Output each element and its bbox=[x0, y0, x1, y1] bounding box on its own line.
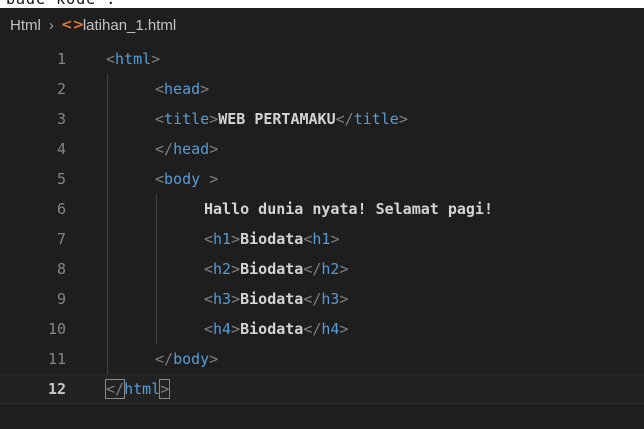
tag-bracket: < bbox=[204, 290, 214, 308]
line-number: 11 bbox=[47, 350, 66, 368]
tag-bracket: > bbox=[209, 350, 219, 368]
breadcrumb-file[interactable]: latihan_1.html bbox=[83, 17, 176, 34]
text-content: WEB PERTAMAKU bbox=[218, 110, 336, 128]
tag-bracket: </ bbox=[303, 320, 322, 338]
code-line[interactable]: 7 <h1>Biodata<h1> bbox=[0, 224, 644, 254]
line-content: <h1>Biodata<h1> bbox=[204, 224, 339, 254]
tag-name: h3 bbox=[321, 290, 340, 308]
breadcrumb-root[interactable]: Html bbox=[10, 17, 41, 34]
line-number: 10 bbox=[47, 320, 66, 338]
line-number: 3 bbox=[56, 110, 66, 128]
line-number: 5 bbox=[56, 170, 66, 188]
line-content: </body> bbox=[155, 344, 218, 374]
tag-name: h1 bbox=[213, 230, 232, 248]
partial-heading-text: bade kode : bbox=[6, 0, 116, 8]
line-content: <head> bbox=[155, 74, 209, 104]
tag-bracket: </ bbox=[155, 140, 174, 158]
line-number: 6 bbox=[56, 200, 66, 218]
line-number: 1 bbox=[56, 50, 66, 68]
code-line[interactable]: 10 <h4>Biodata</h4> bbox=[0, 314, 644, 344]
tag-name: body bbox=[164, 170, 201, 188]
line-number: 7 bbox=[56, 230, 66, 248]
code-line[interactable]: 4 </head> bbox=[0, 134, 644, 164]
tag-bracket: < bbox=[155, 170, 165, 188]
tag-bracket: > bbox=[159, 379, 171, 399]
line-number: 4 bbox=[56, 140, 66, 158]
text-content: Biodata bbox=[240, 230, 304, 248]
text-content: Biodata bbox=[240, 260, 304, 278]
tag-bracket: </ bbox=[104, 379, 126, 399]
line-content: Hallo dunia nyata! Selamat pagi! bbox=[204, 194, 493, 224]
tag-bracket: < bbox=[106, 50, 116, 68]
chevron-right-icon: › bbox=[48, 16, 54, 34]
line-number: 2 bbox=[56, 80, 66, 98]
tag-name: h4 bbox=[213, 320, 232, 338]
tag-bracket: > bbox=[200, 80, 210, 98]
code-line[interactable]: 2 <head> bbox=[0, 74, 644, 104]
line-content: </head> bbox=[155, 134, 218, 164]
tag-bracket: < bbox=[204, 320, 214, 338]
tag-bracket: > bbox=[339, 290, 349, 308]
code-editor[interactable]: Html › <> latihan_1.html 1 <html> 2 <head> 3… bbox=[0, 8, 644, 429]
document-header-fragment: bade kode : bbox=[0, 0, 644, 8]
line-content: </html> bbox=[104, 375, 171, 403]
breadcrumb: Html › <> latihan_1.html bbox=[0, 8, 644, 42]
tag-bracket: > bbox=[209, 140, 219, 158]
tag-bracket: </ bbox=[335, 110, 354, 128]
tag-name: h2 bbox=[321, 260, 340, 278]
tag-bracket: > bbox=[339, 320, 349, 338]
tag-name: h2 bbox=[213, 260, 232, 278]
tag-bracket: </ bbox=[303, 290, 322, 308]
line-content: <html> bbox=[106, 44, 160, 74]
code-line[interactable]: 5 <body > bbox=[0, 164, 644, 194]
tag-name: h1 bbox=[312, 230, 331, 248]
tag-name: html bbox=[115, 50, 152, 68]
html-file-icon: <> bbox=[60, 17, 85, 33]
tag-bracket: </ bbox=[155, 350, 174, 368]
tag-bracket: > bbox=[398, 110, 408, 128]
tag-bracket: > bbox=[209, 110, 219, 128]
tag-bracket: > bbox=[231, 230, 241, 248]
code-area[interactable]: 1 <html> 2 <head> 3 <title>WEB PERTAMAKU</tit… bbox=[0, 44, 644, 429]
tag-name: h3 bbox=[213, 290, 232, 308]
line-content: <h3>Biodata</h3> bbox=[204, 284, 349, 314]
line-content: <h4>Biodata</h4> bbox=[204, 314, 349, 344]
code-line[interactable]: 12 </html> bbox=[0, 374, 644, 404]
tag-bracket: < bbox=[204, 230, 214, 248]
tag-name: title bbox=[353, 110, 399, 128]
tag-bracket: > bbox=[209, 170, 219, 188]
tag-name: head bbox=[164, 80, 201, 98]
tag-bracket: > bbox=[231, 290, 241, 308]
tag-bracket: </ bbox=[303, 260, 322, 278]
tag-bracket: < bbox=[155, 80, 165, 98]
code-line[interactable]: 8 <h2>Biodata</h2> bbox=[0, 254, 644, 284]
text-content: Biodata bbox=[240, 290, 304, 308]
text-content: Biodata bbox=[240, 320, 304, 338]
line-content: <title>WEB PERTAMAKU</title> bbox=[155, 104, 408, 134]
tag-bracket: > bbox=[330, 230, 340, 248]
tag-bracket: > bbox=[231, 260, 241, 278]
tag-name: head bbox=[173, 140, 210, 158]
text-content bbox=[200, 170, 209, 188]
code-line[interactable]: 1 <html> bbox=[0, 44, 644, 74]
tag-bracket: > bbox=[339, 260, 349, 278]
line-number: 8 bbox=[56, 260, 66, 278]
tag-name: html bbox=[124, 380, 161, 398]
tag-name: body bbox=[173, 350, 210, 368]
line-content: <body > bbox=[155, 164, 218, 194]
line-number: 9 bbox=[56, 290, 66, 308]
code-line[interactable]: 6 Hallo dunia nyata! Selamat pagi! bbox=[0, 194, 644, 224]
tag-name: title bbox=[164, 110, 210, 128]
tag-bracket: < bbox=[155, 110, 165, 128]
tag-name: h4 bbox=[321, 320, 340, 338]
code-line[interactable]: 3 <title>WEB PERTAMAKU</title> bbox=[0, 104, 644, 134]
code-line[interactable]: 11 </body> bbox=[0, 344, 644, 374]
text-content: Hallo dunia nyata! Selamat pagi! bbox=[204, 200, 493, 218]
tag-bracket: > bbox=[151, 50, 161, 68]
code-line[interactable]: 9 <h3>Biodata</h3> bbox=[0, 284, 644, 314]
tag-bracket: > bbox=[231, 320, 241, 338]
tag-bracket: < bbox=[204, 260, 214, 278]
line-content: <h2>Biodata</h2> bbox=[204, 254, 349, 284]
line-number: 12 bbox=[47, 380, 66, 398]
